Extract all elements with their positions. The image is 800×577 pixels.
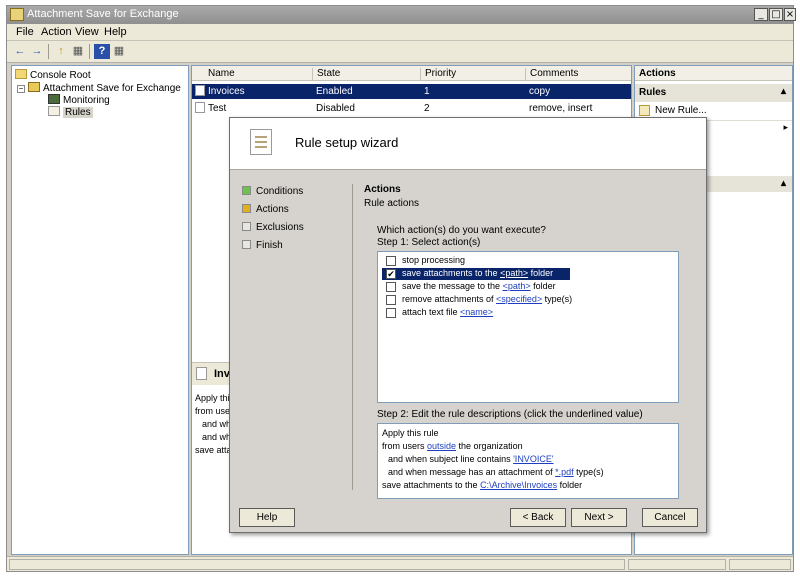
wizard-title: Rule setup wizard <box>295 135 399 150</box>
description-line: Apply this rule <box>382 428 439 438</box>
menu-view[interactable]: View <box>75 26 99 38</box>
tree-item-monitoring[interactable]: Monitoring <box>48 94 110 106</box>
subject-link[interactable]: 'INVOICE' <box>513 454 553 464</box>
action-remove-attachments[interactable]: remove attachments of <specified> type(s… <box>382 294 572 306</box>
path-link[interactable]: <path> <box>503 281 531 291</box>
section-subtitle: Rule actions <box>364 198 420 209</box>
maximize-button[interactable]: □ <box>769 8 783 21</box>
status-bar <box>7 556 793 571</box>
wizard-header: Rule setup wizard <box>230 118 706 170</box>
path-link[interactable]: <path> <box>500 268 528 278</box>
step2-label: Step 2: Edit the rule descriptions (clic… <box>377 409 643 420</box>
wizard-step-conditions: Conditions <box>242 186 303 197</box>
toolbar: ← → ↑ ▦ ? ▦ <box>7 41 793 63</box>
rule-setup-wizard-dialog: Rule setup wizard Conditions Actions Exc… <box>229 117 707 533</box>
help-icon[interactable]: ? <box>94 44 110 59</box>
rule-icon <box>195 102 205 113</box>
action-checkbox[interactable] <box>386 282 396 292</box>
column-priority[interactable]: Priority <box>420 68 525 81</box>
new-rule-action[interactable]: New Rule... <box>639 105 707 116</box>
step-status-icon <box>242 240 251 249</box>
list-header: Name State Priority Comments <box>192 66 631 81</box>
action-stop-processing[interactable]: stop processing <box>382 255 570 267</box>
wizard-rule-icon <box>250 129 272 155</box>
specified-link[interactable]: <specified> <box>496 294 542 304</box>
actions-header: Actions <box>635 66 792 81</box>
app-icon <box>10 8 24 21</box>
back-arrow-icon[interactable]: ← <box>12 44 28 59</box>
column-state[interactable]: State <box>312 68 420 81</box>
menu-file[interactable]: File <box>16 26 34 38</box>
tree-item-rules[interactable]: Rules <box>48 106 93 118</box>
action-save-attachments[interactable]: ✔ save attachments to the <path> folder <box>382 268 570 280</box>
cancel-button[interactable]: Cancel <box>642 508 698 527</box>
menu-bar: File Action View Help <box>7 24 793 41</box>
rule-icon <box>195 85 205 96</box>
column-comments[interactable]: Comments <box>525 68 631 81</box>
wizard-step-exclusions: Exclusions <box>242 222 304 233</box>
help-button[interactable]: Help <box>239 508 295 527</box>
new-rule-icon <box>639 105 650 116</box>
action-checkbox[interactable] <box>386 308 396 318</box>
actions-section-rules[interactable]: Rules ▴ <box>635 84 792 102</box>
section-title: Actions <box>364 184 401 195</box>
name-link[interactable]: <name> <box>460 307 493 317</box>
collapse-icon[interactable]: − <box>17 85 25 93</box>
rules-icon <box>48 106 60 116</box>
collapse-chevron-icon[interactable]: ▴ <box>781 178 786 189</box>
console-tree: Console Root − Attachment Save for Exchan… <box>11 65 189 555</box>
rule-icon <box>196 367 207 380</box>
up-folder-icon[interactable]: ↑ <box>53 44 69 59</box>
description-line: from users outside the organization <box>382 441 523 451</box>
menu-help[interactable]: Help <box>104 26 127 38</box>
step1-label: Step 1: Select action(s) <box>377 237 481 248</box>
folder-icon <box>15 69 27 79</box>
table-row[interactable]: Test Disabled 2 remove, insert <box>192 101 631 116</box>
action-save-message[interactable]: save the message to the <path> folder <box>382 281 570 293</box>
attachment-type-link[interactable]: *.pdf <box>555 467 574 477</box>
submenu-arrow-icon[interactable]: ▸ <box>783 122 788 133</box>
rule-description-box: Apply this rule from users outside the o… <box>377 423 679 499</box>
action-attach-text-file[interactable]: attach text file <name> <box>382 307 570 319</box>
column-name[interactable]: Name <box>204 68 235 81</box>
actions-question: Which action(s) do you want execute? <box>377 225 546 236</box>
monitor-icon <box>48 94 60 104</box>
action-checkbox[interactable] <box>386 295 396 305</box>
table-row[interactable]: Invoices Enabled 1 copy <box>192 84 631 99</box>
actions-checklist: stop processing ✔ save attachments to th… <box>377 251 679 403</box>
next-button[interactable]: Next > <box>571 508 627 527</box>
wizard-divider <box>352 184 353 490</box>
title-bar: Attachment Save for Exchange _ □ × <box>7 6 796 24</box>
tree-item-app[interactable]: − Attachment Save for Exchange <box>17 82 181 94</box>
tree-item-console-root[interactable]: Console Root <box>15 69 91 81</box>
forward-arrow-icon[interactable]: → <box>29 44 45 59</box>
description-line: and when message has an attachment of *.… <box>388 467 604 477</box>
folder-path-link[interactable]: C:\Archive\Invoices <box>480 480 557 490</box>
step-status-icon <box>242 222 251 231</box>
action-checkbox-checked[interactable]: ✔ <box>386 269 396 279</box>
close-button[interactable]: × <box>784 8 796 21</box>
app-icon <box>28 82 40 92</box>
show-hide-tree-icon[interactable]: ▦ <box>70 44 86 59</box>
wizard-step-actions: Actions <box>242 204 289 215</box>
back-button[interactable]: < Back <box>510 508 566 527</box>
description-line: and when subject line contains 'INVOICE' <box>388 454 554 464</box>
window-title: Attachment Save for Exchange <box>27 8 179 20</box>
show-hide-action-pane-icon[interactable]: ▦ <box>111 44 127 59</box>
collapse-chevron-icon[interactable]: ▴ <box>781 86 786 97</box>
wizard-step-finish: Finish <box>242 240 283 251</box>
step-status-icon <box>242 186 251 195</box>
outside-link[interactable]: outside <box>427 441 456 451</box>
minimize-button[interactable]: _ <box>754 8 768 21</box>
description-line: save attachments to the C:\Archive\Invoi… <box>382 480 583 490</box>
action-checkbox[interactable] <box>386 256 396 266</box>
step-status-icon <box>242 204 251 213</box>
menu-action[interactable]: Action <box>41 26 72 38</box>
